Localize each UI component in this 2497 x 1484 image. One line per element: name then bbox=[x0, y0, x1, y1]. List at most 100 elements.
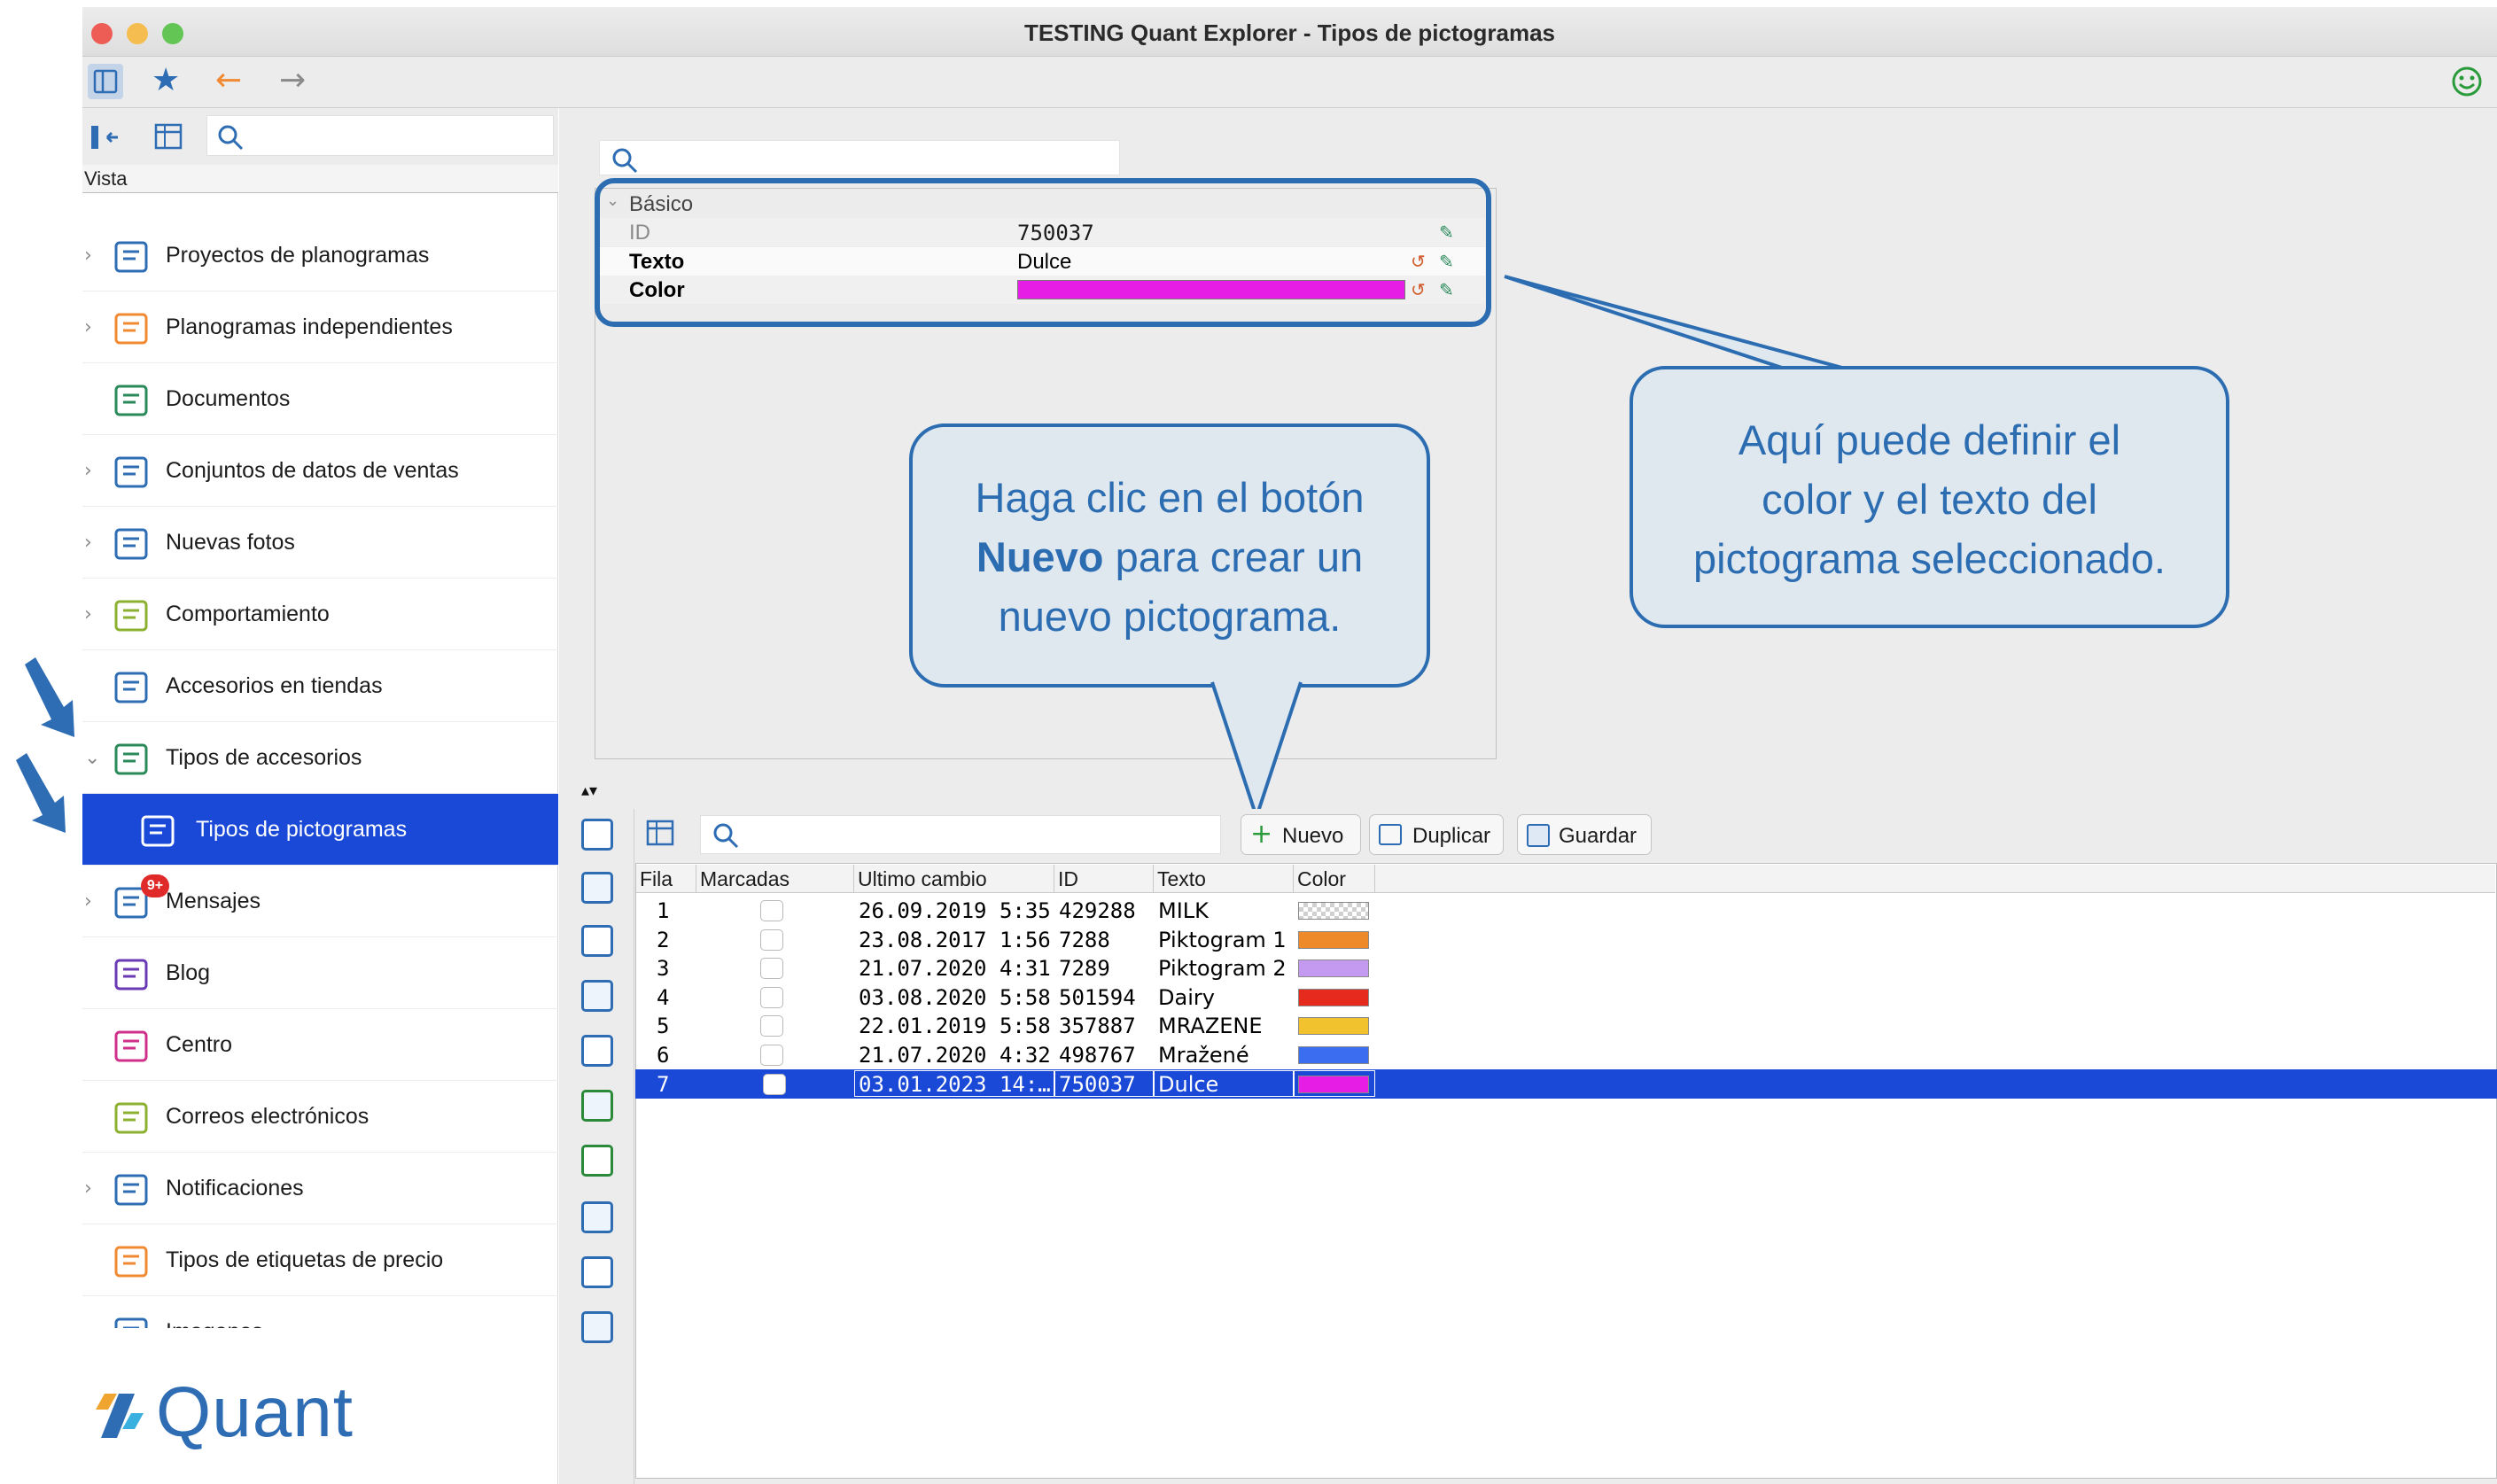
column-header-marcadas[interactable]: Marcadas bbox=[696, 865, 854, 893]
sidebar-toggle-icon[interactable] bbox=[86, 62, 125, 101]
sidebar-item-documentos[interactable]: Documentos bbox=[82, 363, 558, 435]
color-swatch bbox=[1298, 1075, 1369, 1093]
row-checkbox[interactable] bbox=[763, 1073, 786, 1095]
excel-export-icon[interactable] bbox=[581, 1145, 613, 1177]
copy-icon[interactable] bbox=[581, 872, 613, 904]
callout-text: Haga clic en el botón bbox=[975, 474, 1365, 521]
sidebar-item-label: Comportamiento bbox=[166, 602, 330, 626]
images-icon bbox=[111, 1312, 153, 1328]
sidebar-item-label: Correos electrónicos bbox=[166, 1104, 369, 1129]
row-checkbox[interactable] bbox=[760, 986, 783, 1008]
row-checkbox[interactable] bbox=[760, 1045, 783, 1066]
column-header-fila[interactable]: Fila bbox=[636, 865, 696, 893]
table-search-input[interactable] bbox=[700, 815, 1221, 854]
sidebar-item-label: Documentos bbox=[166, 386, 291, 411]
quant-logo-text: Quant bbox=[156, 1372, 354, 1451]
sidebar-item-accesorios-en-tiendas[interactable]: Accesorios en tiendas bbox=[82, 650, 558, 722]
chevron-right-icon[interactable]: › bbox=[84, 890, 92, 913]
documents-icon bbox=[111, 379, 153, 422]
table-row[interactable]: 3 21.07.2020 4:31 7289 Piktogram 2 bbox=[635, 953, 2497, 983]
chevron-down-icon[interactable]: ⌄ bbox=[84, 747, 100, 769]
sidebar-item-proyectos-de-planogramas[interactable]: › Proyectos de planogramas bbox=[82, 220, 558, 291]
clipboard-icon[interactable] bbox=[581, 1035, 613, 1067]
guardar-button[interactable]: Guardar bbox=[1517, 814, 1652, 855]
cursor-icon[interactable] bbox=[581, 980, 613, 1012]
sidebar-item-nuevas-fotos[interactable]: › Nuevas fotos bbox=[82, 507, 558, 579]
sidebar-search-input[interactable] bbox=[206, 115, 554, 156]
csv-export-icon[interactable] bbox=[581, 1201, 613, 1233]
chevron-right-icon[interactable]: › bbox=[84, 245, 92, 267]
sidebar-item-label: Nuevas fotos bbox=[166, 530, 295, 555]
callout-nuevo: Haga clic en el botón Nuevo para crear u… bbox=[909, 423, 1430, 688]
cell-fila: 5 bbox=[657, 1014, 670, 1039]
chevron-right-icon[interactable]: › bbox=[84, 603, 92, 625]
column-header-id[interactable]: ID bbox=[1054, 865, 1154, 893]
sidebar-item-imagenes[interactable]: Imagenes bbox=[82, 1296, 558, 1328]
callout-pointer bbox=[1210, 680, 1303, 823]
callout-bold-text: Nuevo bbox=[976, 533, 1104, 580]
cell-id: 498767 bbox=[1059, 1043, 1136, 1068]
sidebar-item-label: Proyectos de planogramas bbox=[166, 243, 430, 268]
sidebar-item-centro[interactable]: Centro bbox=[82, 1009, 558, 1081]
row-checkbox[interactable] bbox=[760, 1015, 783, 1037]
table-settings-icon[interactable] bbox=[645, 817, 677, 849]
callout-line: pictograma seleccionado. bbox=[1693, 535, 2166, 582]
nuevo-button[interactable]: + Nuevo bbox=[1241, 814, 1361, 855]
sidebar-item-tipos-de-etiquetas-de-precio[interactable]: Tipos de etiquetas de precio bbox=[82, 1224, 558, 1296]
cell-cambio: 03.08.2020 5:58 bbox=[859, 984, 1051, 1010]
collapse-tree-icon[interactable] bbox=[88, 120, 120, 152]
callout-pointer bbox=[1504, 275, 1853, 372]
sidebar-item-blog[interactable]: Blog bbox=[82, 937, 558, 1009]
search-icon bbox=[218, 125, 244, 151]
row-checkbox[interactable] bbox=[760, 958, 783, 980]
table-row[interactable]: 6 21.07.2020 4:32 498767 Mražené bbox=[635, 1040, 2497, 1069]
table-row[interactable]: 2 23.08.2017 1:56 7288 Piktogram 1 bbox=[635, 925, 2497, 954]
pivot-icon[interactable] bbox=[581, 1256, 613, 1288]
chevron-right-icon[interactable]: › bbox=[84, 1177, 92, 1200]
chevron-right-icon[interactable]: › bbox=[84, 460, 92, 482]
sidebar-item-mensajes[interactable]: › 9+ Mensajes bbox=[82, 866, 558, 937]
collapse-arrows-icon[interactable]: ▴▾ bbox=[581, 781, 597, 800]
sidebar-item-notificaciones[interactable]: › Notificaciones bbox=[82, 1153, 558, 1224]
color-swatch bbox=[1298, 1046, 1369, 1064]
sidebar-item-label: Tipos de accesorios bbox=[166, 745, 362, 770]
column-header-filler bbox=[1375, 865, 2495, 893]
cell-fila: 3 bbox=[657, 956, 670, 982]
table-row[interactable]: 1 26.09.2019 5:35 429288 MILK bbox=[635, 896, 2497, 925]
sidebar-item-tipos-de-pictogramas[interactable]: Tipos de pictogramas bbox=[82, 794, 558, 866]
cell-fila: 7 bbox=[657, 1071, 670, 1097]
sidebar-item-correos-electronicos[interactable]: Correos electrónicos bbox=[82, 1081, 558, 1153]
help-icon[interactable] bbox=[581, 925, 613, 957]
table-settings-icon[interactable] bbox=[153, 120, 185, 152]
row-checkbox[interactable] bbox=[760, 928, 783, 951]
sidebar-item-conjuntos-de-datos-de-ventas[interactable]: › Conjuntos de datos de ventas bbox=[82, 435, 558, 507]
column-header-ultimo-cambio[interactable]: Ultimo cambio bbox=[854, 865, 1054, 893]
table-row[interactable]: 4 03.08.2020 5:58 501594 Dairy bbox=[635, 983, 2497, 1012]
cell-id: 501594 bbox=[1059, 984, 1136, 1010]
table-row[interactable]: 5 22.01.2019 5:58 357887 MRAZENE bbox=[635, 1011, 2497, 1040]
forward-arrow-icon[interactable]: → bbox=[279, 62, 306, 98]
row-checkbox[interactable] bbox=[760, 900, 783, 921]
favorites-star-icon[interactable]: ★ bbox=[152, 62, 180, 98]
duplicate-icon bbox=[1379, 824, 1402, 845]
excel-import-icon[interactable] bbox=[581, 1090, 613, 1122]
bar-chart-icon[interactable] bbox=[581, 1311, 613, 1343]
smiley-icon[interactable] bbox=[2451, 66, 2483, 97]
duplicar-button[interactable]: Duplicar bbox=[1369, 814, 1504, 855]
sidebar-item-label: Accesorios en tiendas bbox=[166, 673, 383, 698]
sidebar-item-planogramas-independientes[interactable]: › Planogramas independientes bbox=[82, 291, 558, 363]
table-row[interactable]: 7 03.01.2023 14:… 750037 Dulce bbox=[635, 1068, 2497, 1099]
chevron-right-icon[interactable]: › bbox=[84, 316, 92, 338]
column-header-color[interactable]: Color bbox=[1294, 865, 1375, 893]
select-all-icon[interactable] bbox=[581, 819, 613, 851]
back-arrow-icon[interactable]: ← bbox=[215, 62, 242, 98]
store-accessories-icon bbox=[111, 666, 153, 709]
chevron-right-icon[interactable]: › bbox=[84, 532, 92, 554]
sidebar-item-comportamiento[interactable]: › Comportamiento bbox=[82, 579, 558, 650]
column-header-texto[interactable]: Texto bbox=[1154, 865, 1294, 893]
cell-fila: 6 bbox=[657, 1043, 670, 1068]
property-search-input[interactable] bbox=[599, 140, 1120, 175]
sidebar-item-tipos-de-accesorios[interactable]: ⌄ Tipos de accesorios bbox=[82, 722, 558, 794]
cell-texto: MILK bbox=[1158, 898, 1209, 923]
cell-fila: 4 bbox=[657, 984, 670, 1010]
